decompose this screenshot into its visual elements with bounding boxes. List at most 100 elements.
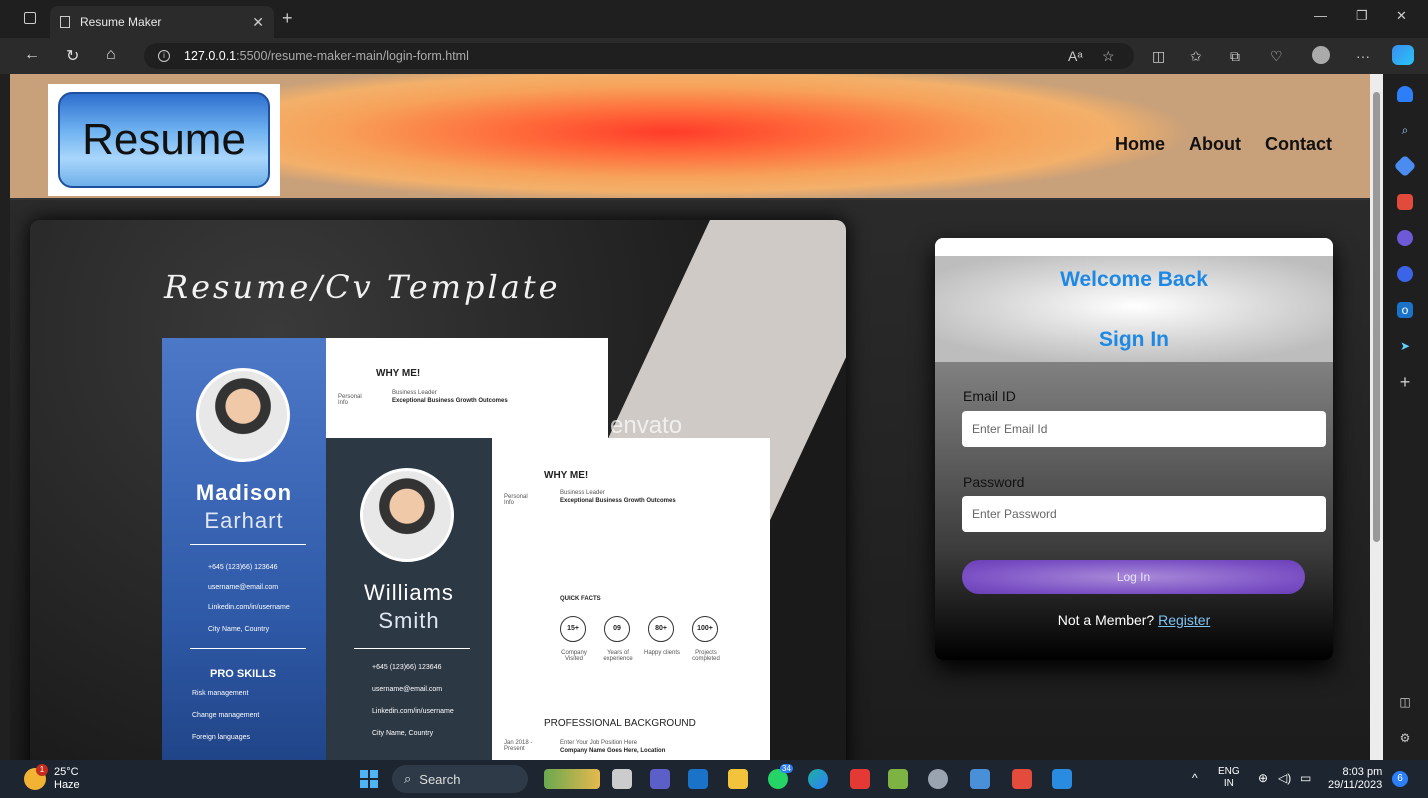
url-field[interactable]: i 127.0.0.1:5500/resume-maker-main/login… xyxy=(144,43,1134,69)
taskbar-search[interactable]: ⌕ Search xyxy=(392,765,528,793)
settings-gear-icon[interactable]: ⚙ xyxy=(1397,730,1413,746)
cv2-job-date: Jan 2018 - Present xyxy=(504,740,533,752)
notification-count[interactable]: 6 xyxy=(1392,771,1408,787)
site-logo[interactable]: Resume xyxy=(48,84,280,196)
refresh-icon[interactable]: ↻ xyxy=(66,46,79,66)
cv2-first-name: Williams xyxy=(364,580,454,605)
email-label: Email ID xyxy=(963,388,1016,404)
pdf-icon[interactable] xyxy=(1012,769,1032,789)
more-icon[interactable]: ··· xyxy=(1356,48,1370,64)
weather-widget[interactable]: 25°C Haze xyxy=(54,766,80,792)
temperature: 25°C xyxy=(54,766,79,778)
cv1-contact: Linkedin.com/in/username xyxy=(208,604,290,611)
favorite-star-icon[interactable]: ☆ xyxy=(1102,48,1115,65)
bell-icon[interactable] xyxy=(1397,86,1413,102)
read-aloud-icon[interactable]: Aᵃ xyxy=(1068,48,1083,64)
sidebar-toggle-icon[interactable]: ◫ xyxy=(1397,694,1413,710)
close-tab-icon[interactable]: ✕ xyxy=(252,14,264,31)
cv1-divider xyxy=(190,648,306,649)
profile-avatar[interactable] xyxy=(1312,46,1330,64)
taskbar-clock[interactable]: 8:03 pm 29/11/2023 xyxy=(1328,766,1382,792)
toolbox-icon[interactable] xyxy=(1397,194,1413,210)
task-view-icon[interactable] xyxy=(612,769,632,789)
page-scrollbar[interactable] xyxy=(1370,74,1383,760)
nav-about[interactable]: About xyxy=(1189,134,1241,155)
nav-home[interactable]: Home xyxy=(1115,134,1165,155)
back-icon[interactable]: ← xyxy=(24,46,40,64)
game-icon[interactable] xyxy=(888,769,908,789)
cv1-section-title: WHY ME! xyxy=(376,368,421,379)
windows-start-icon[interactable] xyxy=(360,770,378,788)
split-screen-icon[interactable]: ◫ xyxy=(1152,48,1165,65)
window-menu-icon[interactable] xyxy=(24,12,36,24)
file-explorer-icon[interactable] xyxy=(728,769,748,789)
youtube-icon[interactable] xyxy=(850,769,870,789)
weather-badge: 1 xyxy=(36,764,48,776)
people-icon[interactable] xyxy=(1397,230,1413,246)
language-indicator[interactable]: ENG IN xyxy=(1218,766,1240,790)
browser-tab[interactable]: Resume Maker ✕ xyxy=(50,6,274,38)
collections-icon[interactable]: ⧉ xyxy=(1230,48,1240,65)
fact-circle: 100+ xyxy=(692,616,718,642)
url-path: :5500/resume-maker-main/login-form.html xyxy=(236,49,469,63)
health-icon[interactable]: ♡ xyxy=(1270,48,1283,65)
cv1-last-name: Earhart xyxy=(204,508,284,533)
cv2-last-name: Smith xyxy=(378,608,440,633)
home-icon[interactable]: ⌂ xyxy=(106,46,116,64)
close-window-icon[interactable]: ✕ xyxy=(1396,8,1407,24)
outlook-icon[interactable]: o xyxy=(1397,302,1413,318)
main-nav: Home About Contact xyxy=(1115,134,1332,155)
new-tab-icon[interactable]: + xyxy=(282,8,293,29)
url-host: 127.0.0.1 xyxy=(184,49,237,63)
fact-circle: 09 xyxy=(604,616,630,642)
teams-icon[interactable] xyxy=(650,769,670,789)
network-icon[interactable]: ⊕ xyxy=(1258,772,1268,784)
register-link[interactable]: Register xyxy=(1158,612,1210,628)
shopping-tag-icon[interactable] xyxy=(1393,154,1417,178)
send-icon[interactable]: ➤ xyxy=(1397,338,1413,354)
edge-icon[interactable] xyxy=(808,769,828,789)
watermark-text: envato xyxy=(610,412,683,439)
whatsapp-badge: 34 xyxy=(780,764,793,773)
cv1-skill: Change management xyxy=(192,712,260,719)
favorites-icon[interactable]: ✩ xyxy=(1190,48,1202,65)
nav-contact[interactable]: Contact xyxy=(1265,134,1332,155)
notepad-icon[interactable] xyxy=(970,769,990,789)
restore-icon[interactable]: ❐ xyxy=(1356,8,1368,24)
battery-icon[interactable]: ▭ xyxy=(1300,772,1311,784)
search-icon[interactable]: ⌕ xyxy=(1397,122,1413,138)
cv1-info-label: Personal Info xyxy=(338,394,362,406)
cv1-divider xyxy=(190,544,306,545)
add-icon[interactable]: + xyxy=(1397,373,1413,391)
info-icon[interactable]: i xyxy=(158,50,170,62)
cv2-contact: City Name, Country xyxy=(372,730,434,737)
cv1-photo xyxy=(196,368,290,462)
site-header: Resume Home About Contact xyxy=(10,74,1370,200)
minimize-icon[interactable]: — xyxy=(1314,8,1327,23)
login-button[interactable]: Log In xyxy=(962,560,1305,594)
password-input[interactable] xyxy=(962,496,1326,532)
volume-icon[interactable]: ◁) xyxy=(1278,772,1291,784)
fact-label: Company Visited xyxy=(561,650,587,662)
scrollbar-thumb[interactable] xyxy=(1373,92,1380,542)
settings-icon[interactable] xyxy=(928,769,948,789)
weather-condition: Haze xyxy=(54,779,80,791)
login-topbar xyxy=(935,238,1333,256)
windows-taskbar: 1 25°C Haze ⌕ Search 34 ^ ENG IN ⊕ ◁) ▭ … xyxy=(0,760,1428,798)
cv1-first-name: Madison xyxy=(195,480,293,505)
login-form: Welcome Back Sign In Email ID Password L… xyxy=(935,238,1333,660)
password-label: Password xyxy=(963,474,1025,490)
search-label: Search xyxy=(419,771,461,787)
edge-sidebar: ⌕ o ➤ + ◫ ⚙ xyxy=(1383,74,1428,760)
cv2-contact: Linkedin.com/in/username xyxy=(372,708,454,715)
copilot-sidebar-icon[interactable] xyxy=(1397,266,1413,282)
cv2-contact: username@email.com xyxy=(372,686,443,693)
logo-text: Resume xyxy=(58,92,270,188)
tray-chevron-icon[interactable]: ^ xyxy=(1192,772,1198,784)
copilot-icon[interactable] xyxy=(1392,45,1414,65)
vscode-icon[interactable] xyxy=(1052,769,1072,789)
widgets-icon[interactable] xyxy=(544,769,600,789)
cv1-tag: Exceptional Business Growth Outcomes xyxy=(392,398,508,404)
email-input[interactable] xyxy=(962,411,1326,447)
mail-icon[interactable] xyxy=(688,769,708,789)
